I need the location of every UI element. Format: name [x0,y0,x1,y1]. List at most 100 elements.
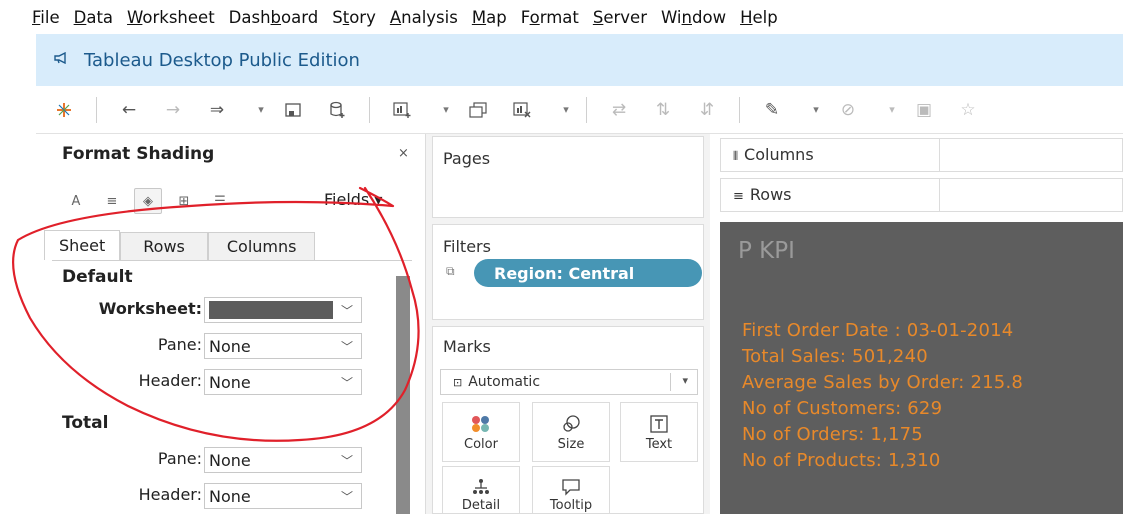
header-label: Header: [138,371,202,390]
pane-value: None [209,336,251,356]
dropdown-separator [670,373,671,391]
tableau-logo-icon[interactable] [52,96,76,124]
tab-sheet[interactable]: Sheet [44,230,121,260]
pane-label: Pane: [157,335,202,354]
size-circles-icon [561,411,581,437]
chevron-down-icon[interactable]: ▾ [554,96,578,124]
redo-loop-icon[interactable]: ⇒ [205,96,229,124]
new-datasource-icon[interactable] [325,96,349,124]
lines-format-icon[interactable]: ☰ [206,188,234,214]
menu-item-analysis[interactable]: Analysis [390,8,458,27]
total-header-value: None [209,486,251,506]
total-pane-value: None [209,450,251,470]
toolbar-separator [369,96,370,123]
borders-format-icon[interactable]: ⊞ [170,188,198,214]
kpi-first-order-date: First Order Date : 03-01-2014 [742,320,1014,341]
color-mark-button[interactable]: Color [442,402,520,462]
worksheet-label: Worksheet: [98,299,202,318]
clear-sheet-icon[interactable] [510,96,534,124]
menu-item-story[interactable]: Story [332,8,376,27]
total-pane-shading-dropdown[interactable]: None ﹀ [204,447,362,473]
menu-item-dashboard[interactable]: Dashboard [229,8,319,27]
text-box-icon [650,411,668,437]
columns-shelf[interactable]: ⫴ Columns [720,138,1123,172]
duplicate-sheet-icon[interactable] [466,96,490,124]
panel-scrollbar[interactable] [396,276,410,514]
new-worksheet-icon[interactable] [390,96,414,124]
chevron-down-icon[interactable]: ▾ [434,96,458,124]
kpi-orders: No of Orders: 1,175 [742,424,923,445]
menu-item-help[interactable]: Help [740,8,778,27]
pin-axes-icon[interactable]: ☆ [956,96,980,124]
menu-item-file[interactable]: File [32,8,60,27]
toolbar-separator [586,96,587,123]
forward-arrow-icon[interactable]: → [161,96,185,124]
total-header-shading-dropdown[interactable]: None ﹀ [204,483,362,509]
chevron-down-icon[interactable]: ▾ [804,96,828,124]
back-arrow-icon[interactable]: ← [117,96,141,124]
chevron-down-icon: ﹀ [340,304,353,318]
worksheet-view[interactable]: P KPI First Order Date : 03-01-2014 Tota… [720,222,1123,514]
tooltip-label: Tooltip [549,498,593,513]
mark-type-value: Automatic [468,374,541,390]
pages-card[interactable]: Pages [432,136,704,218]
alignment-format-icon[interactable]: ≡ [98,188,126,214]
shading-format-icon[interactable]: ◈ [134,188,162,214]
worksheet-shading-dropdown[interactable]: ﹀ [204,297,362,323]
toolbar: ← → ⇒ ▾ ▾ ▾ ⇄ ⇅ ⇵ ✎ ▾ ⊘ ▾ ▣ ☆ [36,86,1123,134]
sort-descending-icon[interactable]: ⇵ [695,96,719,124]
banner-title: Tableau Desktop Public Edition [84,49,360,71]
total-pane-label: Pane: [157,449,202,468]
chevron-down-icon[interactable]: ▾ [880,96,904,124]
close-icon[interactable]: × [398,146,409,161]
rows-shelf[interactable]: ≡ Rows [720,178,1123,212]
size-mark-button[interactable]: Size [532,402,610,462]
chevron-down-icon: ﹀ [340,376,353,390]
mark-type-dropdown[interactable]: ⊡ Automatic ▾ [440,369,698,395]
color-label: Color [464,437,498,452]
menu-item-server[interactable]: Server [593,8,647,27]
header-value: None [209,372,251,392]
detail-mark-button[interactable]: Detail [442,466,520,514]
swap-rows-columns-icon[interactable]: ⇄ [607,96,631,124]
panel-title: Format Shading [62,144,215,164]
text-label: Text [645,437,673,452]
show-labels-icon[interactable]: ▣ [912,96,936,124]
font-format-icon[interactable]: A [62,188,90,214]
group-members-icon[interactable]: ⊘ [836,96,860,124]
fields-dropdown[interactable]: Fields ▾ [324,190,382,209]
megaphone-icon [54,51,68,68]
pages-title: Pages [443,149,491,168]
format-type-icons: A ≡ ◈ ⊞ ☰ [62,186,242,216]
kpi-average-sales: Average Sales by Order: 215.8 [742,372,1024,393]
format-shading-panel: Format Shading × A ≡ ◈ ⊞ ☰ Fields ▾ Shee… [36,134,426,514]
menu-bar: File Data Worksheet Dashboard Story Analysis M… [0,0,1123,34]
shelf-divider [939,139,940,171]
header-shading-dropdown[interactable]: None ﹀ [204,369,362,395]
menu-item-worksheet[interactable]: Worksheet [127,8,215,27]
tooltip-bubble-icon [561,475,581,498]
menu-item-map[interactable]: Map [472,8,507,27]
menu-item-format[interactable]: Format [521,8,579,27]
toolbar-separator [96,96,97,123]
tab-columns[interactable]: Columns [207,232,316,260]
chevron-down-icon: ﹀ [340,490,353,504]
menu-item-window[interactable]: Window [661,8,726,27]
menu-item-data[interactable]: Data [74,8,113,27]
highlight-icon[interactable]: ✎ [760,96,784,124]
rows-shelf-label: ≡ Rows [733,185,792,204]
detail-label: Detail [461,498,501,513]
tooltip-mark-button[interactable]: Tooltip [532,466,610,514]
tab-rows[interactable]: Rows [120,232,208,260]
filter-pill-region[interactable]: Region: Central [474,259,702,287]
total-section-heading: Total [62,413,109,433]
rows-icon: ≡ [733,189,744,204]
kpi-products: No of Products: 1,310 [742,450,941,471]
pane-shading-dropdown[interactable]: None ﹀ [204,333,362,359]
save-icon[interactable] [281,96,305,124]
text-mark-button[interactable]: Text [620,402,698,462]
sort-ascending-icon[interactable]: ⇅ [651,96,675,124]
format-scope-tabs: Sheet Rows Columns [44,230,316,260]
chevron-down-icon[interactable]: ▾ [249,96,273,124]
total-header-label: Header: [138,485,202,504]
